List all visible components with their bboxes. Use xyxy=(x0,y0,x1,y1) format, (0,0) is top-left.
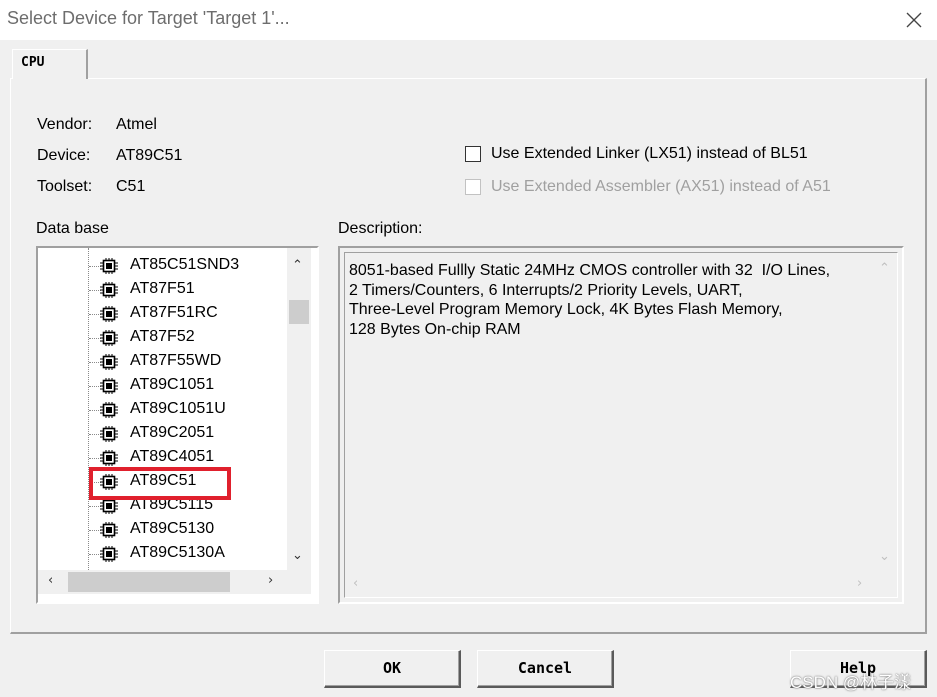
cancel-button[interactable]: Cancel xyxy=(477,650,614,688)
chip-icon xyxy=(100,522,118,538)
tree-item-label: AT89C2051 xyxy=(130,424,215,441)
vendor-value: Atmel xyxy=(116,116,157,133)
extended-assembler-option: Use Extended Assembler (AX51) instead of… xyxy=(465,178,831,196)
description-viewport: 8051-based Fullly Static 24MHz CMOS cont… xyxy=(344,252,898,598)
chip-icon xyxy=(100,306,118,322)
ok-button[interactable]: OK xyxy=(324,650,461,688)
tree-item-label: AT87F51 xyxy=(130,280,195,297)
tree-item[interactable]: AT87F51RC xyxy=(38,302,287,326)
tree-item-label: AT87F55WD xyxy=(130,352,222,369)
description-label: Description: xyxy=(338,220,423,237)
device-tree-horizontal-scrollbar[interactable]: ‹ › xyxy=(38,570,287,594)
tree-item-label: AT89C4051 xyxy=(130,448,215,465)
cancel-button-label: Cancel xyxy=(517,659,573,677)
scroll-up-icon[interactable]: ⌃ xyxy=(292,258,303,273)
device-tree-list: AT85C51SND3 AT87F51 AT87F51RC AT87F52 AT87F5… xyxy=(38,254,287,570)
device-tree-vertical-scrollbar[interactable]: ⌃ ⌄ xyxy=(287,248,311,570)
selection-highlight xyxy=(89,467,231,500)
database-label: Data base xyxy=(36,220,109,237)
tree-item-label: AT89C1051 xyxy=(130,376,215,393)
tree-item[interactable]: AT87F51 xyxy=(38,278,287,302)
chip-icon xyxy=(100,402,118,418)
tree-item[interactable]: AT89C1051U xyxy=(38,398,287,422)
tab-cpu-label: CPU xyxy=(21,55,45,70)
extended-linker-checkbox[interactable] xyxy=(465,146,481,162)
device-value: AT89C51 xyxy=(116,147,183,164)
desc-scroll-down-icon: ⌄ xyxy=(879,549,890,564)
extended-assembler-label: Use Extended Assembler (AX51) instead of… xyxy=(491,178,831,195)
tree-item[interactable]: AT89C1051 xyxy=(38,374,287,398)
tree-item-label: AT89C1051U xyxy=(130,400,226,417)
desc-scroll-up-icon: ⌃ xyxy=(879,261,890,276)
close-icon xyxy=(906,12,922,28)
chip-icon xyxy=(100,426,118,442)
ok-button-label: OK xyxy=(382,659,402,677)
extended-linker-option[interactable]: Use Extended Linker (LX51) instead of BL… xyxy=(465,145,808,163)
chip-icon xyxy=(100,354,118,370)
device-tree-viewport: AT85C51SND3 AT87F51 AT87F51RC AT87F52 AT87F5… xyxy=(38,248,287,570)
scroll-down-icon[interactable]: ⌄ xyxy=(292,548,303,563)
close-button[interactable] xyxy=(891,0,937,40)
device-tree[interactable]: AT85C51SND3 AT87F51 AT87F51RC AT87F52 AT87F5… xyxy=(36,246,319,604)
chip-icon xyxy=(100,450,118,466)
tree-item[interactable]: AT89C5130A xyxy=(38,542,287,566)
tree-item[interactable]: AT87F52 xyxy=(38,326,287,350)
description-vertical-scrollbar: ⌃ ⌄ xyxy=(873,253,897,571)
toolset-value: C51 xyxy=(116,178,146,195)
scroll-left-icon[interactable]: ‹ xyxy=(48,573,53,588)
tree-item[interactable]: AT85C51SND3 xyxy=(38,254,287,278)
chip-icon xyxy=(100,498,118,514)
tree-item-label: AT87F51RC xyxy=(130,304,218,321)
scrollbar-corner xyxy=(287,570,311,594)
device-label: Device: xyxy=(37,147,91,164)
tree-item-label: AT89C5130A xyxy=(130,544,225,561)
vendor-label: Vendor: xyxy=(37,116,93,133)
description-box: 8051-based Fullly Static 24MHz CMOS cont… xyxy=(338,246,904,604)
tab-cpu[interactable]: CPU xyxy=(12,49,88,79)
desc-scroll-right-icon: › xyxy=(857,576,863,591)
desc-scroll-left-icon: ‹ xyxy=(353,576,359,591)
toolset-label: Toolset: xyxy=(37,178,93,195)
chip-icon xyxy=(100,282,118,298)
vertical-scroll-thumb[interactable] xyxy=(289,300,309,324)
description-horizontal-scrollbar: ‹ › xyxy=(345,573,873,597)
chip-icon xyxy=(100,378,118,394)
title-bar: Select Device for Target 'Target 1'... xyxy=(0,0,937,40)
watermark: CSDN @林子漾 xyxy=(790,673,912,692)
tree-item[interactable]: AT89C2051 xyxy=(38,422,287,446)
tree-item-label: AT89C5130 xyxy=(130,520,215,537)
scroll-right-icon[interactable]: › xyxy=(268,573,273,588)
description-text: 8051-based Fullly Static 24MHz CMOS cont… xyxy=(349,262,831,338)
extended-assembler-checkbox xyxy=(465,179,481,195)
window-title: Select Device for Target 'Target 1'... xyxy=(7,8,290,28)
horizontal-scroll-thumb[interactable] xyxy=(68,572,230,592)
tree-item[interactable]: AT89C5130 xyxy=(38,518,287,542)
tree-item-label: AT85C51SND3 xyxy=(130,256,240,273)
extended-linker-label: Use Extended Linker (LX51) instead of BL… xyxy=(491,145,808,162)
chip-icon xyxy=(100,258,118,274)
chip-icon xyxy=(100,330,118,346)
chip-icon xyxy=(100,546,118,562)
tree-item-label: AT87F52 xyxy=(130,328,195,345)
tree-item[interactable]: AT87F55WD xyxy=(38,350,287,374)
